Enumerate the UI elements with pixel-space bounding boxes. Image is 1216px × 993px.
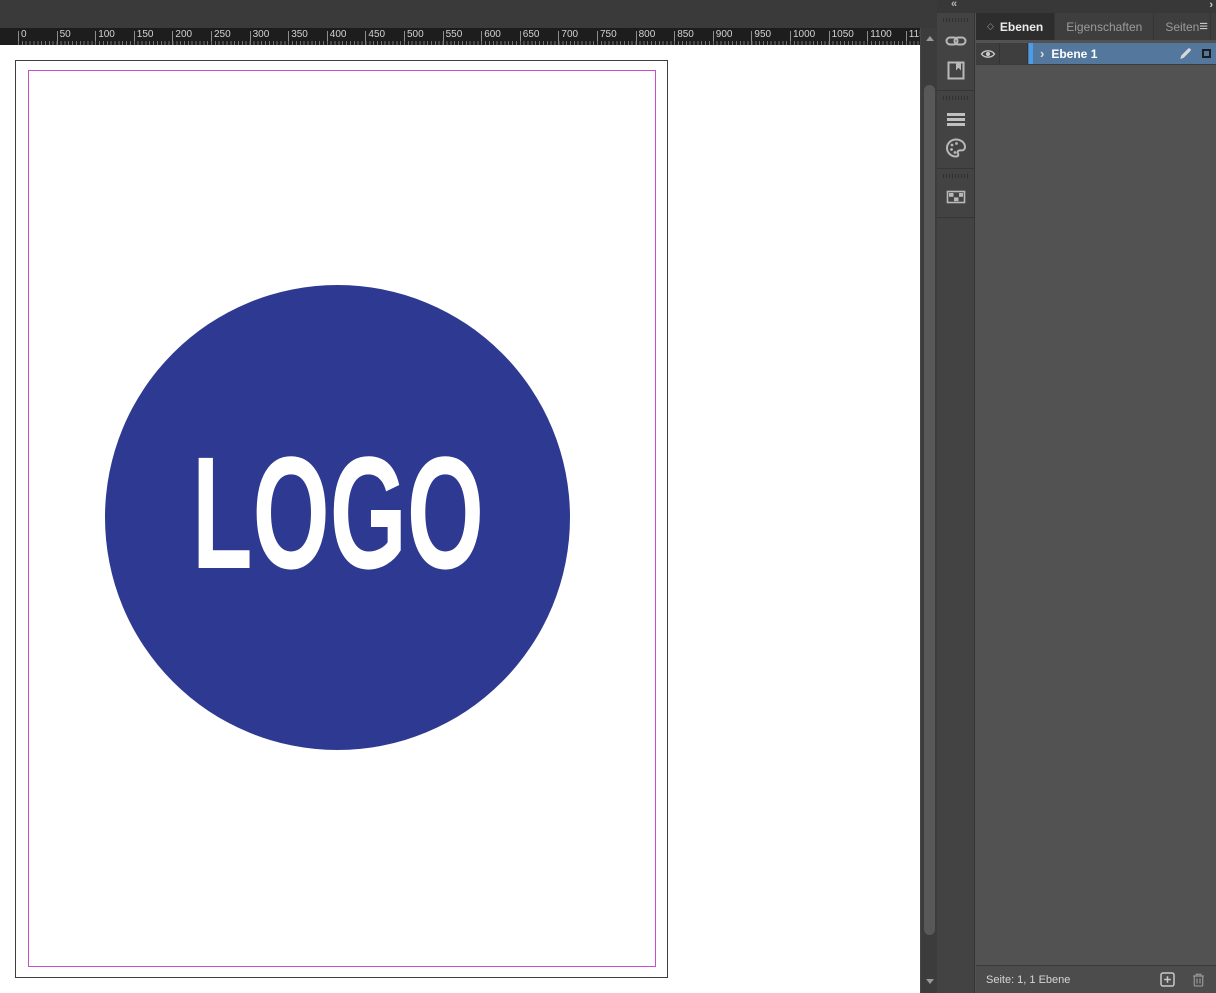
new-layer-button[interactable]	[1160, 972, 1175, 987]
tab-ebenen[interactable]: ◇ Ebenen	[976, 13, 1055, 40]
stroke-icon[interactable]	[941, 104, 971, 133]
document-page[interactable]: LOGO	[15, 60, 668, 978]
layer-list: › Ebene 1	[976, 43, 1216, 65]
ruler-label: 500	[407, 29, 424, 40]
panel-group-2	[937, 91, 974, 169]
pages-icon[interactable]	[941, 55, 971, 84]
ruler-label: 550	[446, 29, 463, 40]
tab-cycle-icon: ◇	[987, 21, 994, 32]
layer-visibility-toggle[interactable]	[976, 43, 1000, 64]
scroll-down-icon[interactable]	[921, 973, 938, 989]
indesign-app: 0 50 100 150 200 250 300 350 400 450 500 550 600 650 7…	[0, 0, 1216, 993]
group-gripper[interactable]	[943, 18, 969, 22]
ruler-label: 750	[600, 29, 617, 40]
swatches-icon[interactable]	[941, 182, 971, 211]
ruler-label: 600	[484, 29, 501, 40]
ruler-label: 1050	[832, 29, 854, 40]
cc-libraries-link-icon[interactable]	[941, 26, 971, 55]
ruler-label: 650	[523, 29, 540, 40]
logo-circle[interactable]: LOGO	[105, 285, 570, 750]
scrollbar-thumb[interactable]	[924, 85, 935, 935]
panel-menu-icon[interactable]: ≡	[1199, 19, 1208, 34]
ruler-label: 800	[639, 29, 656, 40]
group-gripper[interactable]	[943, 174, 969, 178]
logo-text: LOGO	[192, 423, 484, 602]
panel-dock: « ›	[937, 0, 1216, 993]
group-gripper[interactable]	[943, 96, 969, 100]
ruler-label: 700	[561, 29, 578, 40]
layers-panel: ◇ Ebenen Eigenschaften Seiten ≡	[976, 13, 1216, 993]
ruler-label: 250	[214, 29, 231, 40]
collapse-dock-icon[interactable]: «	[951, 0, 956, 10]
pasteboard[interactable]: LOGO	[0, 45, 920, 993]
layer-name-cell[interactable]: › Ebene 1	[1028, 43, 1216, 64]
ruler-label: 1100	[870, 29, 892, 40]
document-topbar	[0, 0, 937, 28]
tab-label: Seiten	[1165, 20, 1199, 34]
ruler-label: 950	[754, 29, 771, 40]
collapsed-panel-strip	[937, 13, 975, 993]
ruler-label: 150	[137, 29, 154, 40]
expand-dock-icon[interactable]: ›	[1209, 0, 1213, 11]
horizontal-ruler[interactable]: 0 50 100 150 200 250 300 350 400 450 500 550 600 650 7…	[0, 28, 920, 45]
active-layer-pen-icon	[1178, 46, 1193, 61]
ruler-label: 0	[21, 29, 27, 40]
ruler-label: 1000	[793, 29, 815, 40]
ruler-label: 900	[716, 29, 733, 40]
layer-name: Ebene 1	[1051, 47, 1097, 61]
delete-layer-button[interactable]	[1191, 972, 1206, 988]
panel-group-3	[937, 169, 974, 218]
vertical-scrollbar[interactable]	[920, 28, 937, 993]
ruler-label: 300	[253, 29, 270, 40]
tab-label: Eigenschaften	[1066, 20, 1142, 34]
ruler-label: 400	[330, 29, 347, 40]
layers-statusbar: Seite: 1, 1 Ebene	[976, 965, 1216, 993]
layer-expand-icon[interactable]: ›	[1040, 46, 1044, 61]
layer-lock-toggle[interactable]	[1000, 43, 1028, 64]
layer-selection-indicator[interactable]	[1202, 49, 1211, 58]
ruler-label: 1150	[909, 29, 920, 40]
tab-label: Ebenen	[1000, 20, 1043, 34]
tab-eigenschaften[interactable]: Eigenschaften	[1055, 13, 1154, 40]
selected-layer-accent	[1029, 43, 1033, 64]
layers-panel-body	[976, 68, 1216, 965]
panel-tabbar: ◇ Ebenen Eigenschaften Seiten ≡	[976, 13, 1216, 40]
logo-graphic: LOGO	[105, 285, 570, 750]
layer-row[interactable]: › Ebene 1	[976, 43, 1216, 65]
ruler-label: 450	[368, 29, 385, 40]
ruler-label: 200	[175, 29, 192, 40]
ruler-label: 50	[60, 29, 71, 40]
page-layer-status: Seite: 1, 1 Ebene	[986, 974, 1070, 986]
eye-icon	[980, 48, 996, 60]
ruler-label: 100	[98, 29, 115, 40]
scroll-up-icon[interactable]	[921, 30, 938, 46]
dock-header: « ›	[937, 0, 1216, 13]
color-icon[interactable]	[941, 133, 971, 162]
panel-group-1	[937, 13, 974, 91]
ruler-label: 850	[677, 29, 694, 40]
ruler-label: 350	[291, 29, 308, 40]
